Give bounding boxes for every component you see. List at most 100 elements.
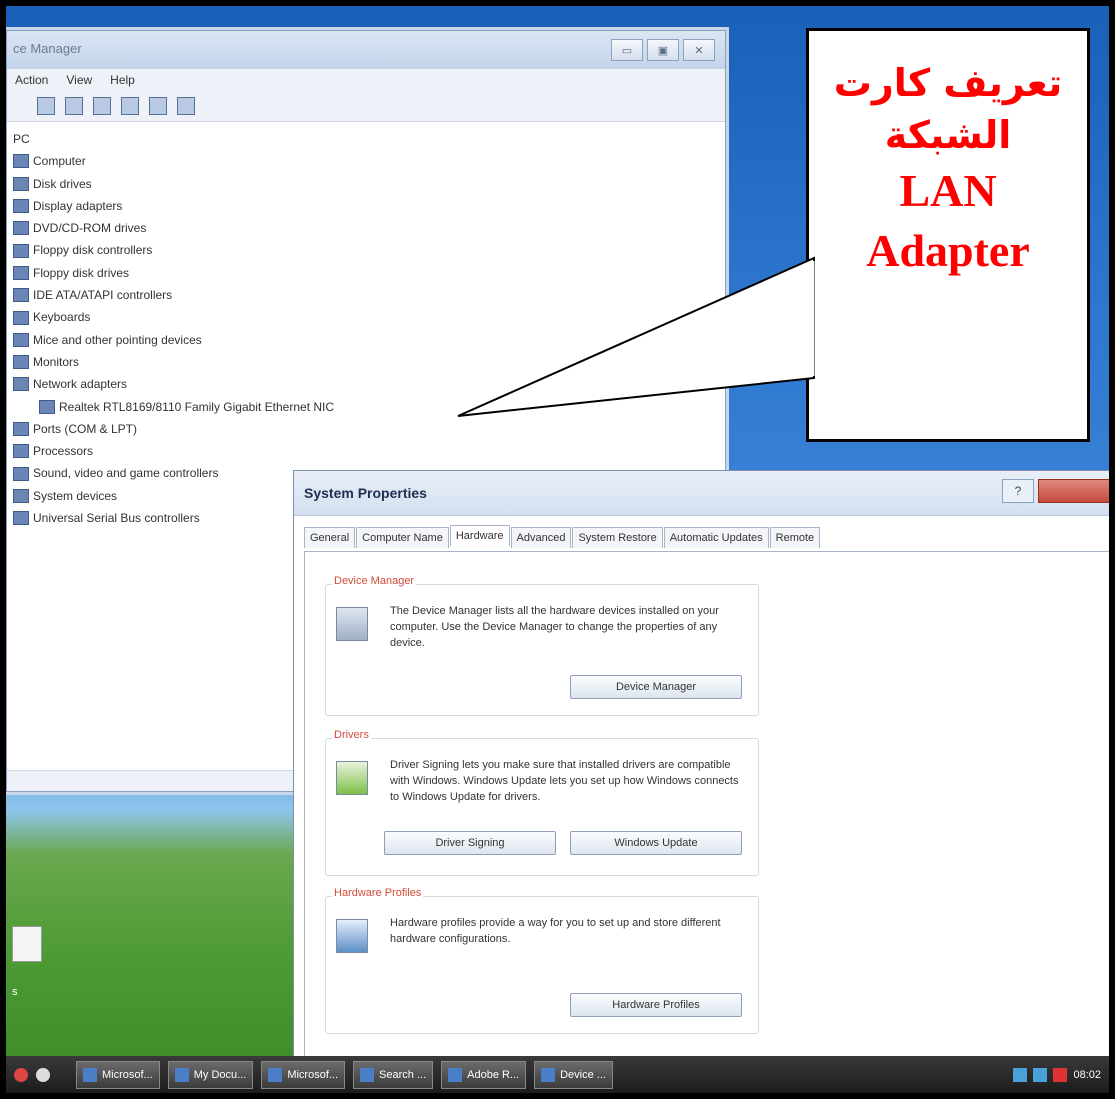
tab-general[interactable]: General <box>304 527 356 548</box>
hardware-profiles-button[interactable]: Hardware Profiles <box>570 993 742 1017</box>
taskbar-button-label: My Docu... <box>193 1068 247 1081</box>
tree-item-label: System devices <box>33 488 118 503</box>
device-category-icon <box>13 488 29 503</box>
device-manager-title: ce Manager <box>13 41 82 56</box>
tree-item[interactable]: Mice and other pointing devices <box>13 329 725 351</box>
group-description: Driver Signing lets you make sure that i… <box>390 759 739 803</box>
tree-item[interactable]: Monitors <box>13 351 725 373</box>
taskbar-button-label: Microsof... <box>102 1068 153 1081</box>
device-category-icon <box>13 243 29 258</box>
help-icon[interactable] <box>121 97 139 115</box>
tree-item-label: IDE ATA/ATAPI controllers <box>33 288 173 303</box>
tree-item-label: Ports (COM & LPT) <box>33 421 138 436</box>
close-button[interactable]: ✕ <box>683 39 715 61</box>
show-hide-tree-icon[interactable] <box>37 97 55 115</box>
device-category-icon <box>13 466 29 481</box>
taskbar-button-label: Microsof... <box>287 1068 339 1081</box>
tree-item-label: Floppy disk controllers <box>33 243 153 258</box>
tree-item[interactable]: Realtek RTL8169/8110 Family Gigabit Ethe… <box>13 396 725 418</box>
desktop-file-icon[interactable] <box>12 926 42 962</box>
device-category-icon <box>13 310 29 325</box>
tab-system-restore[interactable]: System Restore <box>572 527 663 548</box>
device-manager-button[interactable]: Device Manager <box>570 675 742 699</box>
system-tray: 08:02 <box>1013 1062 1101 1088</box>
device-category-icon <box>13 221 29 236</box>
menu-help[interactable]: Help <box>110 73 135 87</box>
tree-item-label: Keyboards <box>33 310 91 325</box>
close-button[interactable] <box>1038 479 1109 503</box>
properties-icon[interactable] <box>65 97 83 115</box>
callout-english-line-2: Adapter <box>866 225 1030 276</box>
device-category-icon <box>13 444 29 459</box>
system-properties-dialog: System Properties ? General Computer Name… <box>293 470 1109 1073</box>
device-category-icon <box>39 399 55 414</box>
device-category-icon <box>13 355 29 370</box>
tree-item-label: PC <box>13 132 30 146</box>
tree-item[interactable]: IDE ATA/ATAPI controllers <box>13 284 725 306</box>
network-tray-icon[interactable] <box>1013 1068 1028 1082</box>
app-icon <box>448 1067 463 1082</box>
antivirus-tray-icon[interactable] <box>1053 1068 1068 1082</box>
help-button[interactable]: ? <box>1002 479 1034 503</box>
tree-item-label: Floppy disk drives <box>33 265 130 280</box>
menu-bar: Action View Help <box>7 69 725 91</box>
hardware-tab-panel: Device Manager The Device Manager lists … <box>304 551 1109 1073</box>
tree-item[interactable]: Network adapters <box>13 373 725 395</box>
tab-automatic-updates[interactable]: Automatic Updates <box>663 527 769 548</box>
screen-frame: s ce Manager ▭ ▣ ✕ Action View Help PC Co… <box>0 0 1115 1099</box>
taskbar-button[interactable]: Search ... <box>353 1060 434 1089</box>
tree-item[interactable]: DVD/CD-ROM drives <box>13 217 725 239</box>
windows-update-button[interactable]: Windows Update <box>570 831 742 855</box>
taskbar-button-label: Adobe R... <box>467 1068 520 1081</box>
callout-arabic-line-2: الشبكة <box>884 113 1012 157</box>
desktop-icon-label[interactable]: s <box>12 986 18 998</box>
taskbar-button[interactable]: Adobe R... <box>441 1060 527 1089</box>
print-icon[interactable] <box>93 97 111 115</box>
tree-item[interactable]: Ports (COM & LPT) <box>13 418 725 440</box>
start-button[interactable] <box>6 1060 68 1090</box>
driver-signing-button[interactable]: Driver Signing <box>384 831 556 855</box>
view-icon[interactable] <box>149 97 167 115</box>
maximize-button[interactable]: ▣ <box>647 39 679 61</box>
hardware-profiles-group: Hardware Profiles Hardware profiles prov… <box>325 887 759 1034</box>
tree-item[interactable]: Processors <box>13 440 725 462</box>
tree-item[interactable]: Display adapters <box>13 195 725 217</box>
device-manager-titlebar[interactable]: ce Manager ▭ ▣ ✕ <box>7 31 725 69</box>
minimize-button[interactable]: ▭ <box>611 39 643 61</box>
tree-item[interactable]: Floppy disk controllers <box>13 239 725 261</box>
taskbar-button[interactable]: Microsof... <box>261 1060 346 1089</box>
taskbar-button[interactable]: Microsof... <box>76 1060 160 1089</box>
scan-hardware-icon[interactable] <box>177 97 195 115</box>
system-properties-titlebar[interactable]: System Properties ? <box>294 471 1109 516</box>
tab-remote[interactable]: Remote <box>769 527 821 548</box>
tree-item[interactable]: Disk drives <box>13 173 725 195</box>
app-icon <box>268 1067 283 1082</box>
tree-item[interactable]: Floppy disk drives <box>13 262 725 284</box>
menu-view[interactable]: View <box>66 73 92 87</box>
device-tree: PC Computer Disk drives Display adapters DVD… <box>7 122 725 529</box>
taskbar-button[interactable]: My Docu... <box>167 1060 254 1089</box>
device-category-icon <box>13 176 29 191</box>
menu-action[interactable]: Action <box>15 73 48 87</box>
tree-item[interactable]: Computer <box>13 150 725 172</box>
computer-icon <box>336 607 368 641</box>
quick-launch-icon[interactable] <box>36 1067 50 1082</box>
dialog-title: System Properties <box>304 485 427 501</box>
tab-computer-name[interactable]: Computer Name <box>356 527 449 548</box>
tab-strip: General Computer Name Hardware Advanced Syst… <box>304 525 821 548</box>
tree-item[interactable]: PC <box>13 128 725 150</box>
group-legend: Hardware Profiles <box>332 887 424 899</box>
tree-item-label: Network adapters <box>33 377 128 392</box>
taskbar-button[interactable]: Device ... <box>534 1060 613 1089</box>
taskbar: Microsof... My Docu... Microsof... Search .… <box>6 1056 1109 1093</box>
tree-item-label: Universal Serial Bus controllers <box>33 511 200 526</box>
volume-tray-icon[interactable] <box>1033 1068 1048 1082</box>
tree-item-label: Processors <box>33 444 94 459</box>
tab-advanced[interactable]: Advanced <box>510 527 572 548</box>
tree-item[interactable]: Keyboards <box>13 306 725 328</box>
device-category-icon <box>13 265 29 280</box>
device-category-icon <box>13 332 29 347</box>
device-category-icon <box>13 422 29 436</box>
tab-hardware[interactable]: Hardware <box>449 525 510 546</box>
clock[interactable]: 08:02 <box>1073 1069 1101 1081</box>
